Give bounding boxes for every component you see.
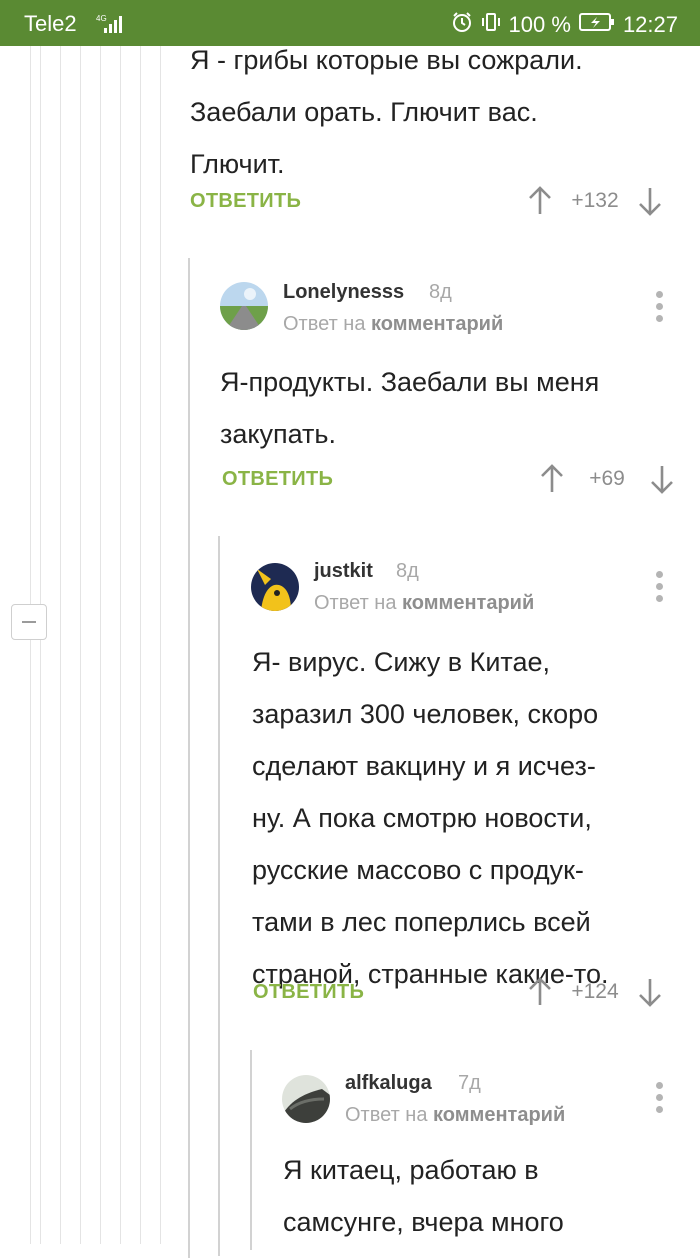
signal-icon: 4G — [96, 13, 124, 40]
comment-score: +132 — [571, 189, 619, 212]
reply-to-prefix: Ответ на — [345, 1104, 428, 1126]
downvote-arrow-icon[interactable] — [650, 464, 674, 494]
avatar[interactable] — [282, 1075, 330, 1123]
downvote-arrow-icon[interactable] — [638, 977, 662, 1007]
reply-to-info: Ответ на комментарий — [283, 313, 503, 336]
comment-menu-icon[interactable] — [654, 571, 664, 605]
upvote-arrow-icon[interactable] — [540, 464, 564, 494]
reply-button[interactable]: ОТВЕТИТЬ — [190, 190, 301, 213]
rating-control: +69 — [540, 464, 674, 494]
thread-guide-line — [120, 46, 121, 1244]
comment-username[interactable]: justkit — [314, 560, 373, 583]
upvote-arrow-icon[interactable] — [528, 186, 552, 216]
comment-text: Я- вирус. Сижу в Китае, заразил 300 чело… — [252, 647, 609, 989]
comment-menu-icon[interactable] — [654, 291, 664, 325]
avatar[interactable] — [251, 563, 299, 611]
avatar[interactable] — [220, 282, 268, 330]
thread-guide-line — [100, 46, 101, 1244]
thread-guide-line — [80, 46, 81, 1244]
rating-control: +124 — [528, 977, 662, 1007]
comment-username[interactable]: Lonelynesss — [283, 281, 404, 304]
reply-to-info: Ответ на комментарий — [314, 592, 534, 615]
comment-text: Я-продукты. Заебали вы меня закупать. — [220, 367, 600, 449]
network-type: 4G — [96, 14, 107, 23]
reply-to-link[interactable]: комментарий — [371, 313, 503, 335]
thread-guide-line — [140, 46, 141, 1244]
comment-menu-icon[interactable] — [654, 1082, 664, 1116]
thread-guide-line — [30, 46, 31, 1244]
reply-to-info: Ответ на комментарий — [345, 1104, 565, 1127]
comment-age: 7д — [458, 1072, 481, 1094]
comment-text: Я китаец, работаю в самсунге, вчера мног… — [283, 1155, 564, 1237]
comment-username[interactable]: alfkaluga — [345, 1072, 432, 1095]
reply-to-link[interactable]: комментарий — [433, 1104, 565, 1126]
comment-text: Я - грибы которые вы сожрали. Заебали ор… — [190, 45, 583, 179]
reply-button[interactable]: ОТВЕТИТЬ — [222, 468, 333, 491]
branch-line — [188, 258, 190, 1258]
thread-guide-line — [40, 46, 41, 1244]
battery-icon — [578, 12, 615, 38]
thread-guide-line — [160, 46, 161, 1244]
upvote-arrow-icon[interactable] — [528, 977, 552, 1007]
rating-control: +132 — [528, 186, 662, 216]
reply-to-prefix: Ответ на — [314, 592, 397, 614]
comment-score: +124 — [571, 980, 619, 1003]
comment-score: +69 — [589, 467, 625, 490]
reply-button[interactable]: ОТВЕТИТЬ — [253, 981, 364, 1004]
reply-to-link[interactable]: комментарий — [402, 592, 534, 614]
comment-age: 8д — [396, 560, 419, 582]
carrier-name: Tele2 — [24, 11, 77, 36]
collapse-thread-button[interactable] — [11, 604, 47, 640]
thread-guide-line — [60, 46, 61, 1244]
downvote-arrow-icon[interactable] — [638, 186, 662, 216]
comment-age: 8д — [429, 281, 452, 303]
clock: 12:27 — [622, 12, 678, 37]
branch-line — [218, 536, 220, 1256]
reply-to-prefix: Ответ на — [283, 313, 366, 335]
branch-line — [250, 1050, 252, 1250]
